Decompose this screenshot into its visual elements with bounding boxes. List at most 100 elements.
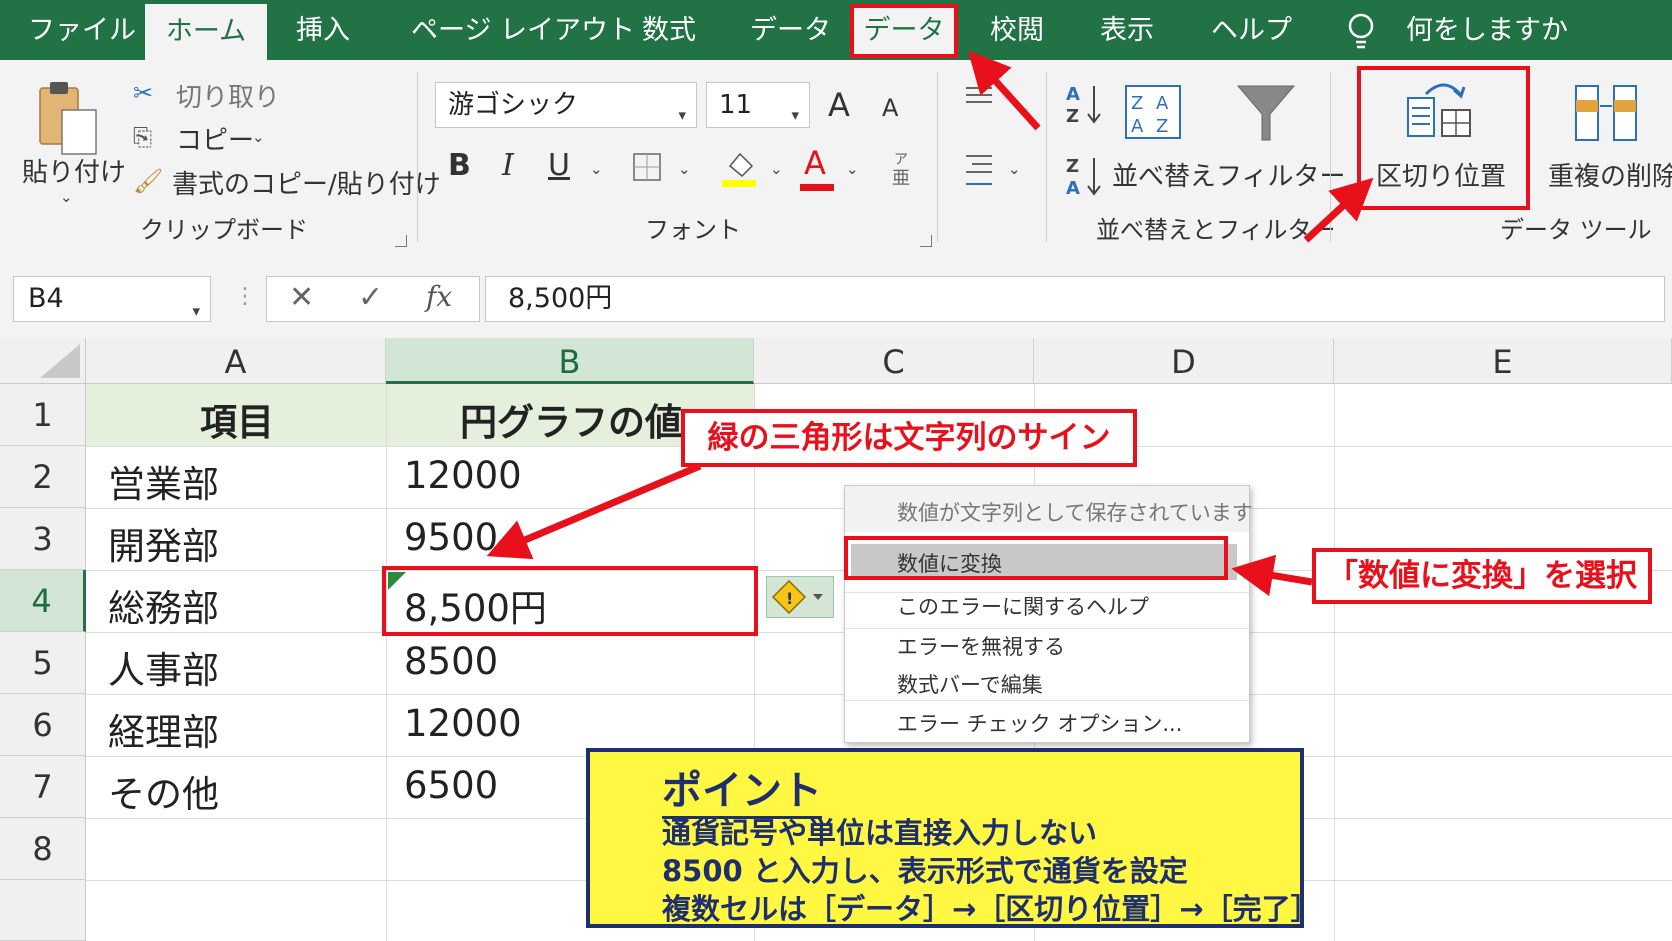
tell-me-search[interactable]: 何をしますか xyxy=(1406,0,1568,60)
italic-button[interactable]: I xyxy=(502,148,514,183)
error-options-button[interactable]: ! xyxy=(766,576,834,618)
underline-dropdown-icon[interactable]: ⌄ xyxy=(590,160,603,178)
row-header-3[interactable]: 3 xyxy=(0,508,86,570)
borders-dropdown-icon[interactable]: ⌄ xyxy=(678,160,691,178)
indent-icon[interactable] xyxy=(964,152,996,194)
align-lines-icon[interactable] xyxy=(964,84,994,108)
format-painter-button[interactable]: 書式のコピー/貼り付け xyxy=(172,164,441,201)
cell-b5[interactable]: 8500 xyxy=(404,640,498,683)
insert-function-button[interactable]: fx xyxy=(426,280,452,313)
context-menu-title: 数値が文字列として保存されています xyxy=(897,501,1253,525)
tab-data[interactable]: データ xyxy=(750,0,831,60)
enter-check-icon[interactable]: ✓ xyxy=(358,280,383,315)
sort-button[interactable]: 並べ替え xyxy=(1112,156,1216,193)
scissors-icon: ✂ xyxy=(133,79,154,107)
filter-icon[interactable] xyxy=(1236,82,1296,144)
column-header-a[interactable]: A xyxy=(86,338,386,384)
lightbulb-icon xyxy=(1348,13,1374,49)
fill-color-icon[interactable] xyxy=(722,148,758,188)
copy-dropdown-icon[interactable]: ⌄ xyxy=(252,128,265,146)
font-name-select[interactable]: 游ゴシック ▾ xyxy=(435,82,697,128)
menu-item-ignore-error[interactable]: エラーを無視する xyxy=(897,631,1065,661)
tab-formulas[interactable]: 数式 xyxy=(642,0,696,60)
formula-input[interactable]: 8,500円 xyxy=(485,276,1665,322)
paste-icon[interactable] xyxy=(36,76,102,158)
menu-item-error-check-options[interactable]: エラー チェック オプション... xyxy=(897,708,1182,738)
column-header-d[interactable]: D xyxy=(1034,338,1334,384)
cell-b3[interactable]: 9500 xyxy=(404,516,498,559)
row-header-7[interactable]: 7 xyxy=(0,756,86,818)
cell-b6[interactable]: 12000 xyxy=(404,702,522,745)
cell-a2[interactable]: 営業部 xyxy=(108,454,219,508)
filter-button[interactable]: フィルター xyxy=(1216,156,1345,193)
cell-a1[interactable]: 項目 xyxy=(200,392,274,446)
row-header-5[interactable]: 5 xyxy=(0,632,86,694)
borders-icon[interactable] xyxy=(632,152,662,182)
font-group-label: フォント xyxy=(645,216,741,244)
tab-review[interactable]: 校閲 xyxy=(990,0,1044,60)
fill-color-dropdown-icon[interactable]: ⌄ xyxy=(770,160,783,178)
tab-page-layout[interactable]: ページ レイアウト xyxy=(411,0,635,60)
remove-duplicates-icon[interactable] xyxy=(1574,82,1640,144)
align-dropdown-icon[interactable]: ⌄ xyxy=(1008,92,1021,110)
sort-icon[interactable]: Z A A Z xyxy=(1124,82,1184,142)
arrow-to-green-triangle xyxy=(486,462,702,560)
row-header-8[interactable]: 8 xyxy=(0,818,86,880)
menu-item-error-help[interactable]: このエラーに関するヘルプ xyxy=(897,591,1149,621)
svg-text:A: A xyxy=(1156,93,1169,114)
sort-descending-icon[interactable]: Z A xyxy=(1064,152,1104,200)
cell-a4[interactable]: 総務部 xyxy=(108,578,219,632)
grow-font-button[interactable]: A xyxy=(828,86,850,124)
format-painter-icon: 🖌 xyxy=(133,167,164,195)
column-header-b[interactable]: B xyxy=(386,338,754,384)
column-header-c[interactable]: C xyxy=(754,338,1034,384)
cell-a5[interactable]: 人事部 xyxy=(108,640,219,694)
cut-button[interactable]: 切り取り xyxy=(176,77,280,114)
svg-text:Z: Z xyxy=(1066,156,1079,177)
remove-duplicates-button[interactable]: 重複の削除 xyxy=(1548,156,1672,193)
select-all-button[interactable] xyxy=(0,338,86,384)
tab-file[interactable]: ファイル xyxy=(28,0,136,60)
phonetic-icon[interactable]: ア 亜 xyxy=(890,150,914,190)
cell-b2[interactable]: 12000 xyxy=(404,454,522,497)
font-color-dropdown-icon[interactable]: ⌄ xyxy=(846,160,859,178)
bold-button[interactable]: B xyxy=(448,148,471,183)
clipboard-group-label: クリップボード xyxy=(140,216,308,244)
row-header-2[interactable]: 2 xyxy=(0,446,86,508)
tab-help[interactable]: ヘルプ xyxy=(1211,0,1292,60)
row-header-1[interactable]: 1 xyxy=(0,384,86,446)
column-header-e[interactable]: E xyxy=(1334,338,1672,384)
font-color-button[interactable]: A xyxy=(804,144,826,182)
indent-dropdown-icon[interactable]: ⌄ xyxy=(1008,160,1021,178)
paste-label[interactable]: 貼り付け xyxy=(22,152,126,189)
menu-item-edit-in-formula-bar[interactable]: 数式バーで編集 xyxy=(897,669,1043,699)
error-indicator-triangle-icon xyxy=(388,572,406,590)
row-header-9-partial[interactable] xyxy=(0,880,86,941)
cell-b1[interactable]: 円グラフの値 xyxy=(460,392,682,446)
font-launcher-icon[interactable] xyxy=(920,235,932,247)
select-all-triangle-icon xyxy=(40,344,80,378)
cell-a6[interactable]: 経理部 xyxy=(108,702,219,756)
copy-button[interactable]: コピー xyxy=(176,120,254,157)
chevron-down-icon: ▾ xyxy=(791,106,799,124)
clipboard-launcher-icon[interactable] xyxy=(395,235,407,247)
font-size-select[interactable]: 11 ▾ xyxy=(706,82,810,128)
tab-home[interactable]: ホーム xyxy=(145,4,267,60)
cancel-icon[interactable]: ✕ xyxy=(289,280,314,315)
row-header-6[interactable]: 6 xyxy=(0,694,86,756)
gridline xyxy=(386,384,387,941)
paste-dropdown-icon[interactable]: ⌄ xyxy=(60,188,73,206)
cell-a3[interactable]: 開発部 xyxy=(108,516,219,570)
tab-insert[interactable]: 挿入 xyxy=(296,0,350,60)
name-box[interactable]: B4 ▾ xyxy=(13,276,211,322)
shrink-font-button[interactable]: A xyxy=(882,94,898,122)
sort-ascending-icon[interactable]: A Z xyxy=(1064,80,1104,128)
row-header-4[interactable]: 4 xyxy=(0,570,86,632)
divider xyxy=(1330,72,1331,242)
tab-data-highlighted[interactable]: データ xyxy=(850,4,958,58)
underline-button[interactable]: U xyxy=(548,148,570,183)
cell-a7[interactable]: その他 xyxy=(108,764,219,818)
sort-filter-group-label: 並べ替えとフィルター xyxy=(1096,216,1336,244)
cell-b7[interactable]: 6500 xyxy=(404,764,498,807)
tab-view[interactable]: 表示 xyxy=(1100,0,1154,60)
